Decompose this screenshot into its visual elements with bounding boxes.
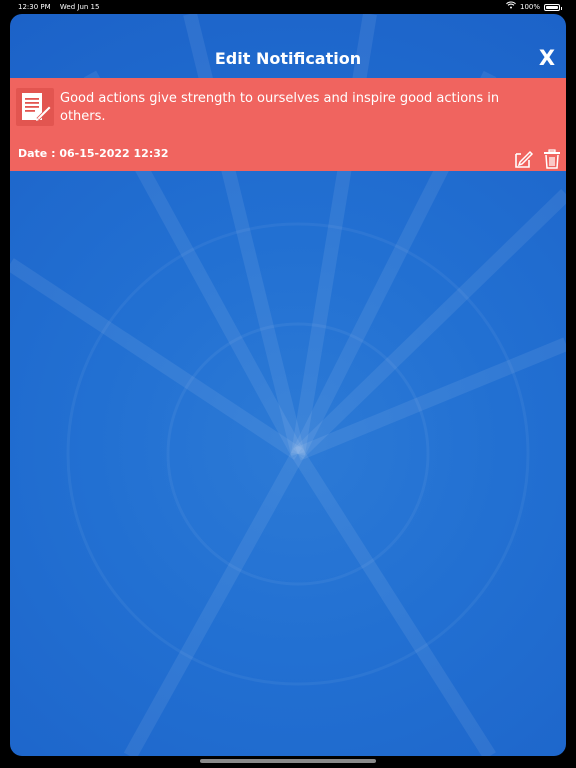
battery-icon — [544, 3, 562, 11]
wifi-icon — [506, 0, 516, 14]
status-right: 100% — [506, 0, 562, 14]
status-bar: 12:30 PM Wed Jun 15 100% — [0, 0, 576, 14]
trash-icon[interactable] — [542, 148, 562, 174]
notification-card[interactable]: Good actions give strength to ourselves … — [10, 78, 566, 171]
edit-notification-sheet: Edit Notification X Good actions give st… — [10, 14, 566, 756]
edit-icon[interactable] — [512, 148, 534, 174]
notification-date: Date : 06-15-2022 12:32 — [18, 147, 169, 160]
note-edit-icon — [16, 88, 54, 126]
status-left: 12:30 PM Wed Jun 15 — [18, 0, 106, 14]
home-indicator[interactable] — [200, 759, 376, 763]
page-title: Edit Notification — [214, 49, 362, 68]
status-date: Wed Jun 15 — [59, 3, 100, 11]
status-time: 12:30 PM — [18, 3, 51, 11]
close-button[interactable]: X — [536, 46, 558, 70]
notification-message: Good actions give strength to ourselves … — [60, 91, 500, 124]
battery-percent: 100% — [519, 3, 540, 11]
battery-fill — [546, 5, 558, 9]
